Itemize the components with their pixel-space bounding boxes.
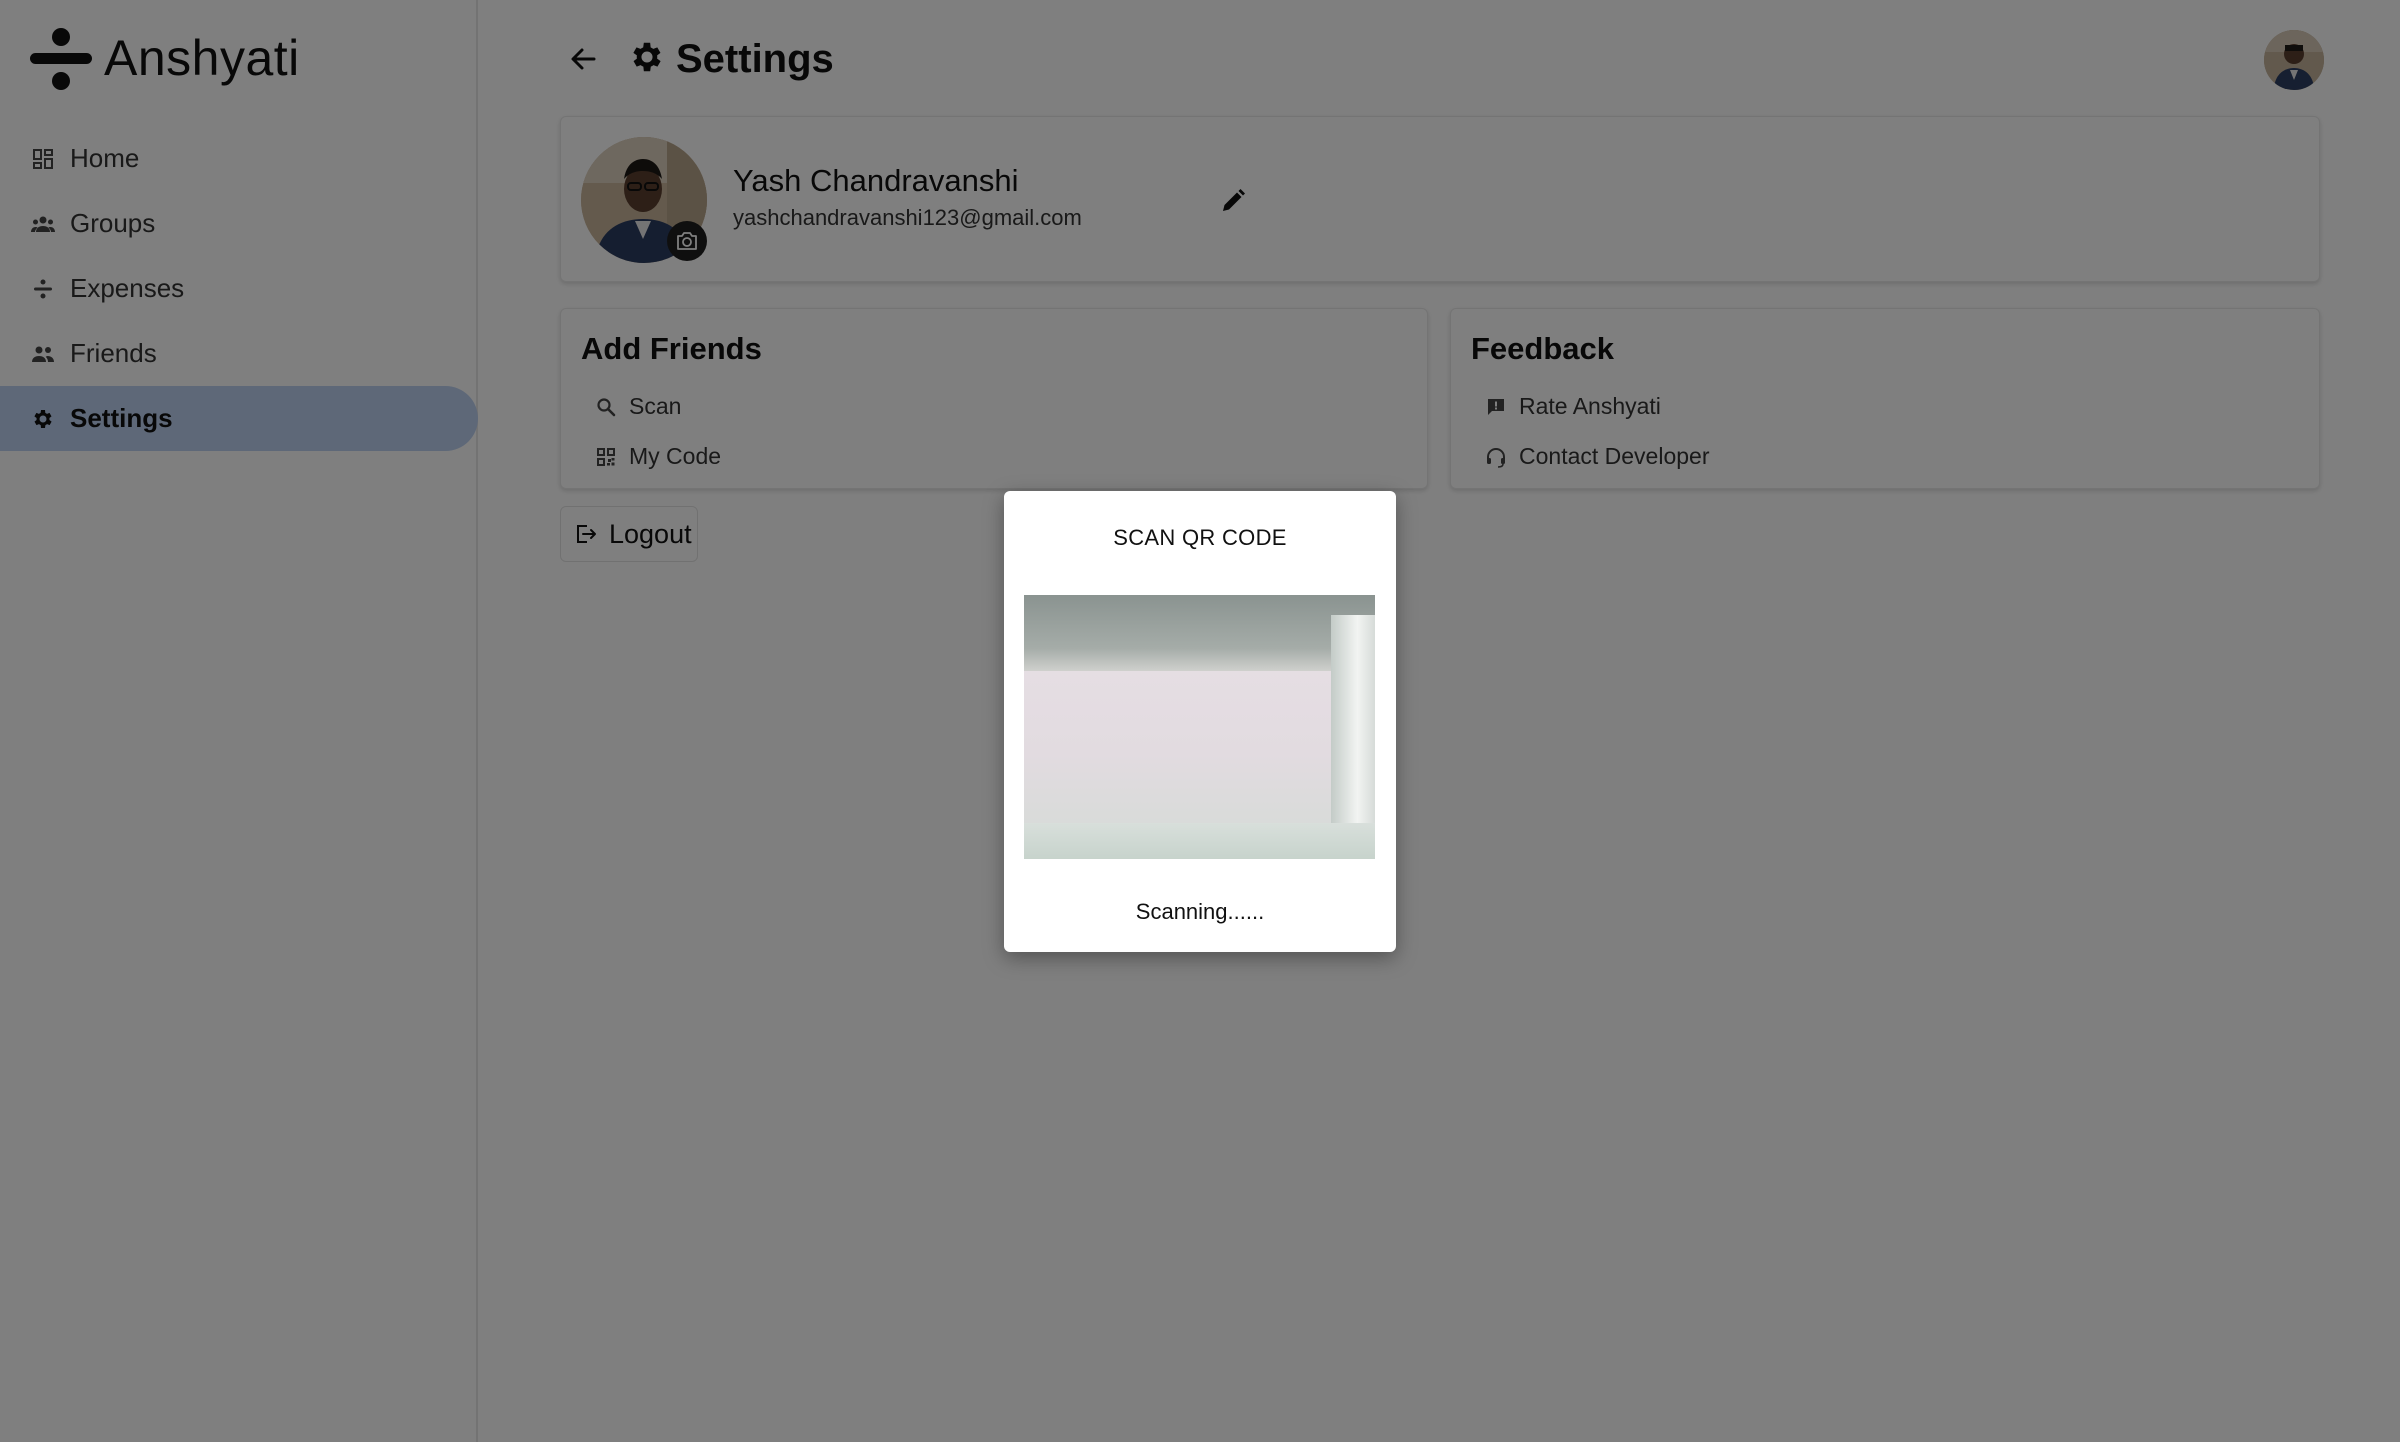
- modal-title: SCAN QR CODE: [1113, 525, 1287, 550]
- scan-qr-modal: SCAN QR CODE Scanning......: [1004, 491, 1396, 952]
- camera-feed-floor: [1024, 823, 1375, 859]
- camera-feed-ceiling: [1024, 595, 1375, 671]
- camera-preview: [1024, 595, 1375, 859]
- scan-status: Scanning......: [1135, 899, 1265, 924]
